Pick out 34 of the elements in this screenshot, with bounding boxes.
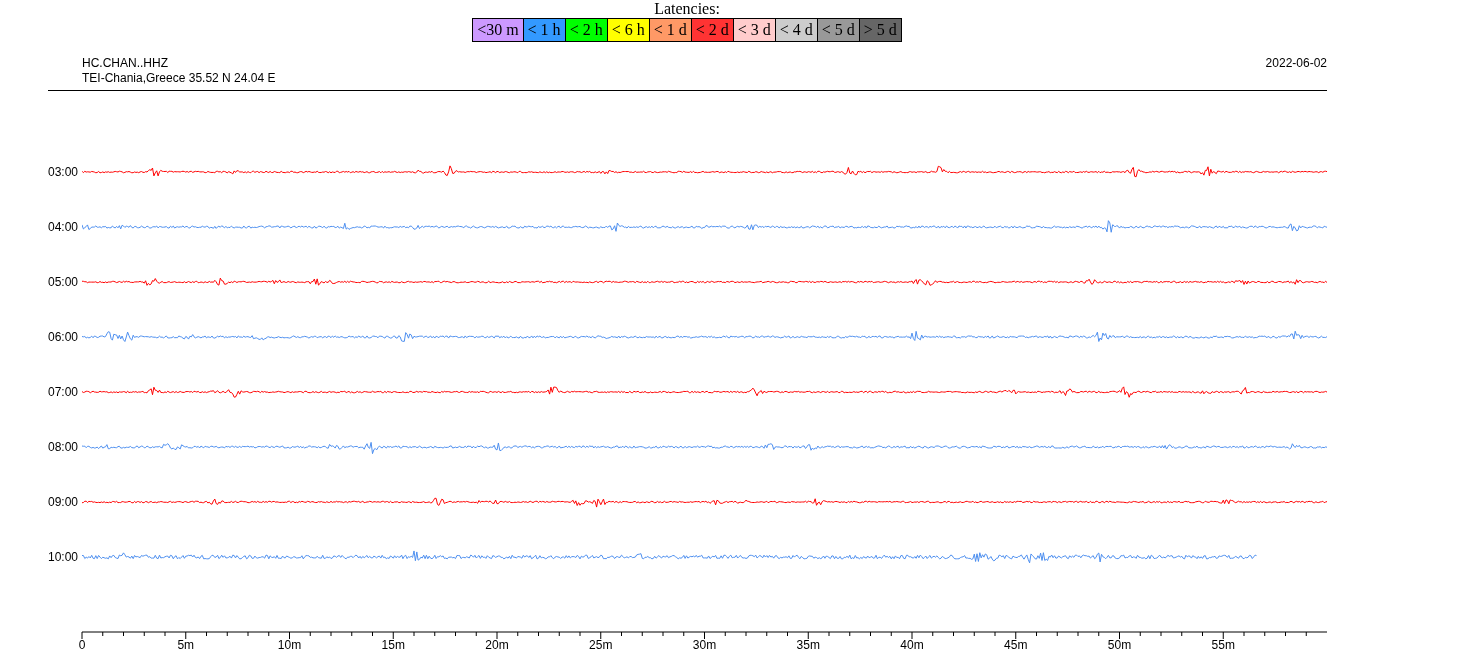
axis-label: 25m [589, 638, 613, 652]
axis-label: 30m [692, 638, 717, 652]
latency-legend-item: < 4 d [775, 19, 818, 41]
axis-label: 10m [277, 638, 302, 652]
axis-label: 5m [177, 638, 195, 652]
axis-label: 20m [485, 638, 509, 652]
latency-legend-item: < 3 d [733, 19, 776, 41]
plot-date: 2022-06-02 [1265, 56, 1327, 71]
latency-legend-item: < 2 d [691, 19, 734, 41]
latency-legend-item: < 1 d [649, 19, 692, 41]
time-label: 09:00 [48, 495, 80, 509]
time-label: 10:00 [48, 550, 80, 564]
latency-legend-item: > 5 d [859, 19, 901, 41]
time-label: 07:00 [48, 385, 80, 399]
time-label: 03:00 [48, 165, 80, 179]
time-label: 08:00 [48, 440, 80, 454]
latency-legend-item: < 5 d [817, 19, 860, 41]
axis-label: 40m [900, 638, 924, 652]
axis-label: 50m [1107, 638, 1132, 652]
latency-legend-item: <30 m [473, 19, 524, 41]
axis-label: 45m [1004, 638, 1028, 652]
latency-legend-item: < 2 h [565, 19, 608, 41]
latency-legend-item: < 1 h [523, 19, 566, 41]
axis-label: 55m [1211, 638, 1235, 652]
legend-title: Latencies: [654, 0, 720, 18]
time-label: 05:00 [48, 275, 80, 289]
latency-legend-item: < 6 h [607, 19, 650, 41]
station-code: HC.CHAN..HHZ [82, 56, 169, 71]
axis-label: 35m [796, 638, 820, 652]
axis-label: 0 [78, 638, 86, 652]
axis-label: 15m [381, 638, 405, 652]
station-location: TEI-Chania,Greece 35.52 N 24.04 E [82, 71, 276, 86]
time-label: 04:00 [48, 220, 80, 234]
time-label: 06:00 [48, 330, 80, 344]
